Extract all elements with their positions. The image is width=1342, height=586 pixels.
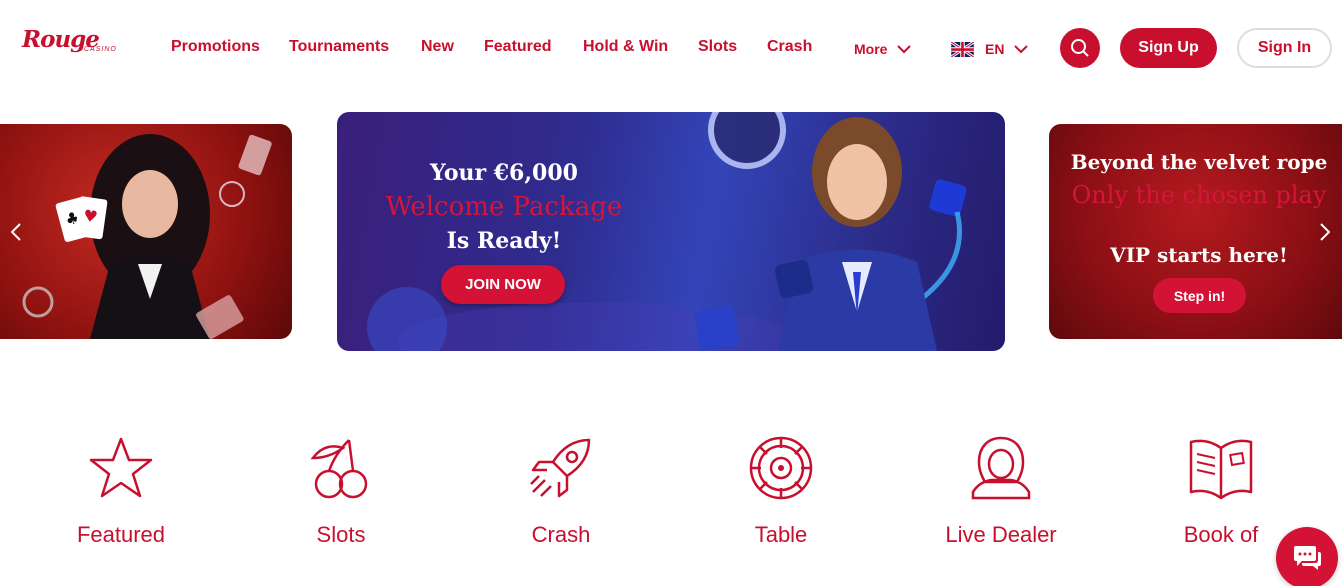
brand-subname: CASINO	[84, 46, 117, 53]
category-live-dealer[interactable]: Live Dealer	[921, 436, 1081, 556]
chat-bubble-icon	[1294, 546, 1321, 570]
category-label: Crash	[531, 522, 591, 547]
vip-headline-line2: Only the chosen play	[1071, 181, 1327, 209]
star-icon	[89, 437, 153, 498]
nav-item-hold-and-win[interactable]: Hold & Win	[583, 38, 668, 56]
search-button[interactable]	[1060, 28, 1100, 68]
carousel-slide-right[interactable]: Beyond the velvet rope Only the chosen p…	[1049, 124, 1342, 339]
vip-headline-line3: VIP starts here!	[1110, 243, 1288, 267]
language-selector[interactable]: EN	[951, 38, 1029, 60]
promo-headline-line1: Your €6,000	[430, 160, 578, 186]
live-chat-button[interactable]	[1276, 527, 1338, 586]
uk-flag-icon	[951, 41, 974, 57]
roulette-icon	[749, 436, 813, 500]
category-label: Table	[754, 522, 808, 547]
chevron-left-icon	[11, 223, 21, 241]
join-now-button[interactable]: JOIN NOW	[441, 265, 565, 304]
category-featured[interactable]: Featured	[41, 436, 201, 556]
carousel-prev-button[interactable]	[6, 220, 26, 244]
nav-item-tournaments[interactable]: Tournaments	[289, 38, 389, 56]
category-label: Book of	[1183, 522, 1259, 547]
nav-item-featured[interactable]: Featured	[484, 38, 552, 56]
vip-headline-line1: Beyond the velvet rope	[1070, 150, 1328, 174]
chevron-right-icon	[1320, 223, 1330, 241]
category-book-of[interactable]: Book of	[1141, 436, 1301, 556]
language-code: EN	[985, 41, 1005, 57]
category-label: Featured	[76, 522, 166, 547]
category-slots[interactable]: Slots	[261, 436, 421, 556]
carousel-next-button[interactable]	[1315, 220, 1335, 244]
promo-headline-line2: Welcome Package	[385, 192, 623, 222]
nav-item-slots[interactable]: Slots	[698, 38, 737, 56]
rocket-icon	[530, 438, 591, 498]
promo-headline-line3: Is Ready!	[446, 228, 562, 254]
step-in-button[interactable]: Step in!	[1153, 278, 1246, 313]
nav-item-new[interactable]: New	[421, 38, 454, 56]
book-icon	[1189, 439, 1253, 500]
search-icon	[1071, 39, 1089, 57]
header: Rouge CASINO Promotions Tournaments New …	[0, 0, 1342, 96]
nav-item-promotions[interactable]: Promotions	[171, 38, 260, 56]
category-label: Slots	[316, 522, 366, 547]
dealer-icon	[971, 436, 1031, 500]
nav-item-crash[interactable]: Crash	[767, 38, 812, 56]
chevron-down-icon	[897, 44, 912, 53]
carousel-slide-left[interactable]: ♣ ♥	[0, 124, 292, 339]
svg-text:♥: ♥	[82, 206, 99, 227]
cherries-icon	[310, 439, 368, 499]
chevron-down-icon	[1014, 44, 1029, 53]
carousel-slide-center[interactable]: Your €6,000 Welcome Package Is Ready! JO…	[337, 112, 1005, 351]
more-label: More	[854, 41, 888, 57]
dealer-illustration: ♣ ♥	[22, 134, 272, 339]
category-label: Live Dealer	[945, 522, 1057, 547]
sign-up-button[interactable]: Sign Up	[1120, 28, 1217, 68]
category-crash[interactable]: Crash	[481, 436, 641, 556]
brand-logo[interactable]: Rouge CASINO	[22, 26, 122, 60]
category-table[interactable]: Table	[701, 436, 861, 556]
more-menu[interactable]: More	[854, 38, 912, 60]
sign-in-button[interactable]: Sign In	[1237, 28, 1332, 68]
